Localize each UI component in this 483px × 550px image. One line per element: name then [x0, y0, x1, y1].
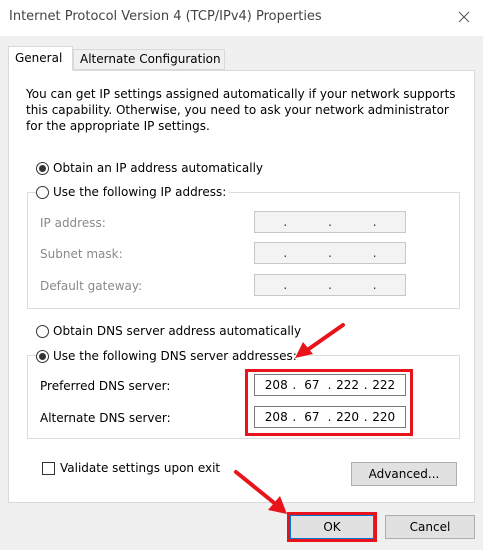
- radio-use-following-ip[interactable]: Use the following IP address:: [36, 185, 230, 199]
- validate-settings-checkbox[interactable]: Validate settings upon exit: [42, 461, 220, 475]
- general-panel: You can get IP settings assigned automat…: [8, 70, 475, 503]
- validate-settings-label: Validate settings upon exit: [60, 461, 221, 475]
- cancel-button[interactable]: Cancel: [385, 515, 475, 539]
- radio-use-following-ip-label: Use the following IP address:: [53, 185, 227, 199]
- ip-address-label: IP address:: [40, 216, 106, 230]
- radio-indicator: [36, 349, 49, 363]
- advanced-button[interactable]: Advanced...: [351, 462, 457, 486]
- description-text: You can get IP settings assigned automat…: [26, 87, 456, 133]
- preferred-dns-label: Preferred DNS server:: [40, 379, 171, 393]
- subnet-mask-input[interactable]: . . .: [254, 242, 406, 264]
- checkbox-indicator: [42, 461, 55, 475]
- radio-use-following-dns[interactable]: Use the following DNS server addresses:: [36, 349, 300, 363]
- window-title: Internet Protocol Version 4 (TCP/IPv4) P…: [9, 9, 322, 24]
- alternate-dns-input[interactable]: 208 . 67 . 220 . 220: [254, 406, 406, 428]
- title-bar: Internet Protocol Version 4 (TCP/IPv4) P…: [0, 0, 483, 36]
- radio-indicator: [36, 185, 49, 199]
- radio-indicator: [36, 161, 49, 175]
- tab-general[interactable]: General: [8, 46, 73, 71]
- preferred-dns-input[interactable]: 208 . 67 . 222 . 222: [254, 374, 406, 396]
- dialog-window: Internet Protocol Version 4 (TCP/IPv4) P…: [0, 0, 483, 550]
- close-icon: [458, 11, 470, 23]
- close-button[interactable]: [447, 2, 481, 32]
- subnet-mask-label: Subnet mask:: [40, 247, 123, 261]
- alternate-dns-label: Alternate DNS server:: [40, 411, 171, 425]
- radio-obtain-ip-auto-label: Obtain an IP address automatically: [53, 161, 264, 175]
- ok-button[interactable]: OK: [290, 515, 374, 539]
- radio-obtain-dns-auto-label: Obtain DNS server address automatically: [53, 324, 302, 338]
- default-gateway-input[interactable]: . . .: [254, 274, 406, 296]
- radio-use-following-dns-label: Use the following DNS server addresses:: [53, 349, 297, 363]
- radio-indicator: [36, 324, 49, 338]
- radio-obtain-dns-auto[interactable]: Obtain DNS server address automatically: [36, 324, 301, 338]
- tab-alternate-configuration[interactable]: Alternate Configuration: [73, 49, 225, 70]
- default-gateway-label: Default gateway:: [40, 279, 143, 293]
- radio-obtain-ip-auto[interactable]: Obtain an IP address automatically: [36, 161, 263, 175]
- ip-address-input[interactable]: . . .: [254, 211, 406, 233]
